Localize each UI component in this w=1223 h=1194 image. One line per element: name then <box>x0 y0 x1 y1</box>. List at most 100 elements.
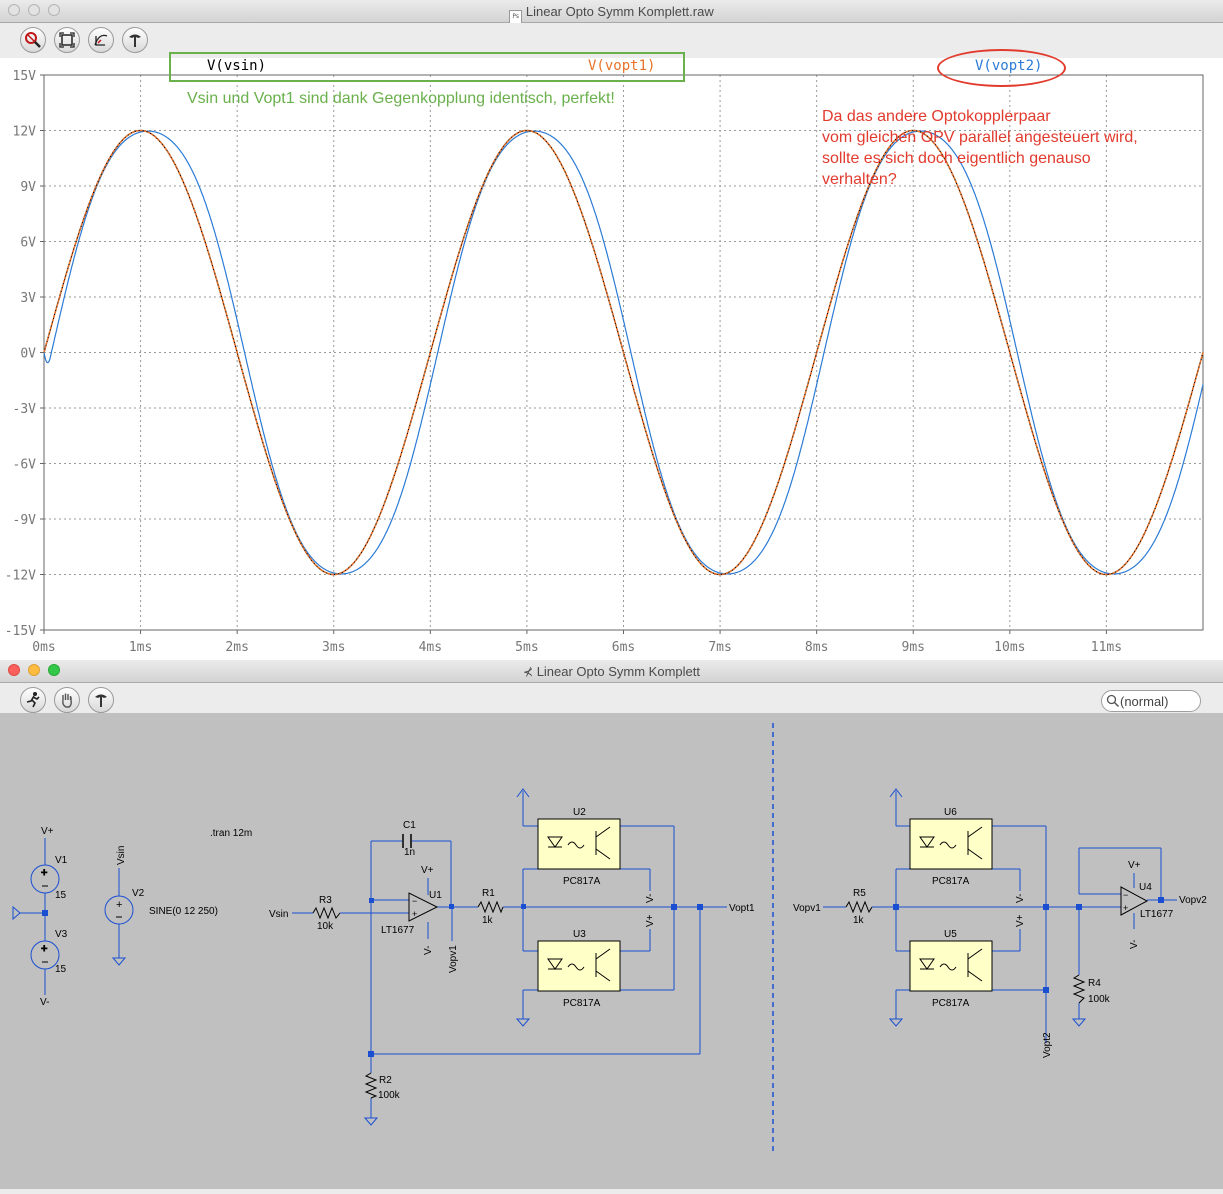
component-value: 100k <box>1088 994 1111 1005</box>
x-tick-label: 0ms <box>32 640 55 655</box>
schematic-canvas[interactable]: + + V+ V1 15 V3 15 V- + Vsin V2 SINE(0 1… <box>0 713 1223 1189</box>
net-label: Vopv1 <box>793 903 821 914</box>
schematic-drawing[interactable]: + + V+ V1 15 V3 15 V- + Vsin V2 SINE(0 1… <box>0 713 1223 1189</box>
pick-trace-icon <box>94 34 108 46</box>
x-tick-label: 8ms <box>805 640 828 655</box>
y-tick-label: -6V <box>13 458 37 473</box>
svg-text:−: − <box>1123 890 1128 900</box>
component-ref: U3 <box>573 929 586 940</box>
net-label: V+ <box>421 865 434 876</box>
trace-label-vsin[interactable]: V(vsin) <box>207 58 266 74</box>
y-tick-label: 9V <box>20 180 36 195</box>
y-tick-label: 15V <box>13 69 37 84</box>
component-value: 15 <box>55 890 67 901</box>
component-value: 10k <box>317 921 334 932</box>
schematic-window-titlebar[interactable]: ⊀ Linear Opto Symm Komplett <box>0 660 1223 683</box>
component-ref: V1 <box>55 855 68 866</box>
schematic-window-title: ⊀ Linear Opto Symm Komplett <box>523 664 700 679</box>
spice-directive: .tran 12m <box>210 828 252 839</box>
component-value: PC817A <box>563 998 601 1009</box>
schematic-symbol-icon: ⊀ <box>523 665 534 679</box>
component-ref: R1 <box>482 888 495 899</box>
resistor-r2 <box>364 1072 378 1099</box>
component-ref: V2 <box>132 888 145 899</box>
settings-button[interactable] <box>88 687 114 713</box>
net-label: V- <box>645 894 656 903</box>
y-tick-label: 3V <box>20 291 36 306</box>
plot-window: Ps Linear Opto Symm Komplett.raw 15V 12V 9… <box>0 0 1223 660</box>
component-value: 1n <box>404 847 415 858</box>
supply-sources <box>12 838 46 995</box>
component-value: PC817A <box>932 876 970 887</box>
net-label: V+ <box>41 826 54 837</box>
svg-text:+: + <box>412 909 417 919</box>
optocoupler-u2 <box>537 818 621 870</box>
component-ref: U4 <box>1139 882 1152 893</box>
optocoupler-u5 <box>909 940 993 992</box>
source-v1: + <box>30 864 60 894</box>
resistor-r3 <box>312 906 341 920</box>
y-tick-label: -15V <box>5 624 36 639</box>
waveform-plot[interactable]: 15V 12V 9V 6V 3V 0V -3V -6V -9V -12V -15V 0ms 1ms 2m… <box>0 49 1223 660</box>
settings-button[interactable] <box>122 27 148 53</box>
net-label: V- <box>1015 894 1026 903</box>
component-value: SINE(0 12 250) <box>149 906 218 917</box>
search-value: (normal) <box>1120 693 1169 709</box>
pan-button[interactable] <box>54 687 80 713</box>
net-label: Vopt1 <box>729 903 755 914</box>
run-button[interactable] <box>20 687 46 713</box>
component-ref: R2 <box>379 1075 392 1086</box>
component-ref: U2 <box>573 807 586 818</box>
svg-text:+: + <box>41 943 47 955</box>
component-ref: C1 <box>403 820 416 831</box>
y-tick-label: -12V <box>5 569 36 584</box>
red-annotation-line: vom gleichen OPV parallel angesteuert wi… <box>822 129 1138 146</box>
svg-text:−: − <box>412 896 417 906</box>
pan-hand-icon <box>62 693 72 708</box>
component-ref: R5 <box>853 888 866 899</box>
component-value: PC817A <box>932 998 970 1009</box>
resistor-r5 <box>845 900 873 914</box>
ps-document-icon: Ps <box>509 10 523 24</box>
autorange-icon <box>59 32 75 48</box>
net-label: Vopv2 <box>1179 895 1207 906</box>
y-tick-label: -3V <box>13 402 37 417</box>
red-annotation-line: sollte es sich doch eigentlich genauso <box>822 150 1091 167</box>
component-ref: R4 <box>1088 978 1101 989</box>
resistor-r4 <box>1072 974 1086 1004</box>
search-icon <box>1106 694 1120 708</box>
net-label: V- <box>423 946 434 955</box>
autorange-button[interactable] <box>54 27 80 53</box>
x-axis-ticks: 0ms 1ms 2ms 3ms 4ms 5ms 6ms 7ms 8ms 9ms 10ms 11ms <box>32 630 1122 655</box>
x-tick-label: 3ms <box>322 640 345 655</box>
run-icon <box>26 692 40 708</box>
plot-window-titlebar[interactable]: Ps Linear Opto Symm Komplett.raw <box>0 0 1223 24</box>
zoom-button[interactable] <box>20 27 46 53</box>
net-label: Vsin <box>116 846 127 865</box>
x-tick-label: 6ms <box>612 640 635 655</box>
component-ref: U6 <box>944 807 957 818</box>
pick-trace-button[interactable] <box>88 27 114 53</box>
search-field[interactable]: (normal) <box>1101 690 1201 712</box>
resistor-r1 <box>477 900 504 914</box>
net-label: V+ <box>1015 914 1026 927</box>
x-tick-label: 11ms <box>1091 640 1122 655</box>
red-annotation: Da das andere Optokopplerpaar vom gleich… <box>822 106 1138 190</box>
red-annotation-line: Da das andere Optokopplerpaar <box>822 108 1051 125</box>
x-tick-label: 9ms <box>902 640 925 655</box>
component-ref: U1 <box>429 890 442 901</box>
x-tick-label: 2ms <box>225 640 248 655</box>
x-tick-label: 7ms <box>708 640 731 655</box>
plot-window-title: Ps Linear Opto Symm Komplett.raw <box>0 4 1223 24</box>
hammer-icon <box>95 694 107 707</box>
trace-label-vopt1[interactable]: V(vopt1) <box>588 58 655 74</box>
svg-text:+: + <box>116 899 122 911</box>
x-tick-label: 10ms <box>994 640 1025 655</box>
optocoupler-u6 <box>909 818 993 870</box>
trace-label-vopt2[interactable]: V(vopt2) <box>975 58 1042 74</box>
component-ref: V3 <box>55 929 68 940</box>
y-tick-label: -9V <box>13 513 37 528</box>
component-ref: R3 <box>319 895 332 906</box>
net-label: Vopt2 <box>1042 1032 1053 1058</box>
component-value: 1k <box>482 915 494 926</box>
